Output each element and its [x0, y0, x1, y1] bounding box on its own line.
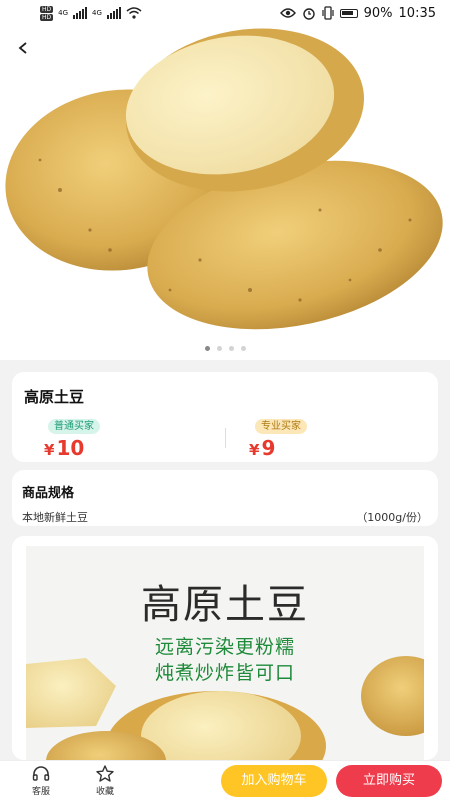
price-regular: 普通买家 ¥10: [12, 414, 225, 460]
spec-item-unit: （1000g/份）: [356, 511, 428, 524]
product-info-card: 高原土豆 普通买家 ¥10 专业买家 ¥9: [12, 372, 438, 462]
favorite-button[interactable]: 收藏: [78, 764, 132, 797]
potato-photo: [0, 0, 450, 360]
carousel-dot: [228, 346, 234, 351]
price-value: ¥10: [36, 436, 225, 460]
wifi-icon: [126, 7, 142, 19]
service-label: 客服: [31, 787, 50, 797]
detail-card: 高原土豆 远离污染更粉糯 炖煮炒炸皆可口: [12, 536, 438, 760]
price-amount: 10: [56, 436, 85, 460]
clock: 10:35: [398, 5, 436, 21]
network-type: 4G: [92, 9, 102, 17]
spec-item[interactable]: 本地新鲜土豆 （1000g/份）: [22, 509, 428, 525]
buy-now-button[interactable]: 立即购买: [336, 765, 442, 797]
banner-subtitle: 炖煮炒炸皆可口: [154, 662, 295, 684]
carousel-indicator: [0, 346, 450, 351]
signal-icon: [73, 7, 88, 19]
alarm-icon: [302, 8, 315, 20]
chevron-left-icon: [18, 42, 27, 54]
bottom-action-bar: 客服 收藏 加入购物车 立即购买: [0, 760, 450, 800]
vibrate-icon: [322, 6, 334, 20]
price-professional: 专业买家 ¥9: [225, 414, 438, 460]
headset-icon: [32, 766, 50, 781]
spec-card[interactable]: 商品规格 本地新鲜土豆 （1000g/份）: [12, 470, 438, 526]
spec-item-name: 本地新鲜土豆: [22, 511, 88, 524]
customer-service-button[interactable]: 客服: [14, 764, 68, 797]
price-value: ¥9: [249, 436, 438, 460]
buyer-type-tag: 专业买家: [255, 419, 307, 434]
hd-label: HD: [40, 5, 54, 13]
signal-icon: [106, 7, 121, 19]
add-to-cart-button[interactable]: 加入购物车: [221, 765, 327, 797]
eye-icon: [279, 8, 296, 18]
carousel-dot: [216, 346, 222, 351]
battery-percent: 90%: [363, 5, 393, 21]
spec-title: 商品规格: [22, 486, 75, 501]
back-button[interactable]: [16, 36, 44, 64]
divider: [225, 428, 226, 448]
product-name: 高原土豆: [24, 388, 85, 406]
favorite-label: 收藏: [95, 787, 114, 797]
hd-indicator: HD HD: [40, 5, 54, 21]
network-type: 4G: [58, 9, 69, 17]
banner-subtitle: 远离污染更粉糯: [154, 636, 295, 658]
product-detail-screen: HD HD 4G 4G 90% 10:35 高原土豆 普通买家 ¥ 10 专业买…: [0, 0, 450, 800]
carousel-dot: [240, 346, 246, 351]
battery-icon: [339, 8, 358, 18]
carousel-dot: [204, 346, 210, 351]
banner-title: 高原土豆: [141, 582, 309, 628]
product-image-carousel[interactable]: [0, 0, 450, 360]
currency-symbol: ¥: [249, 441, 260, 459]
buyer-type-tag: 普通买家: [48, 419, 100, 434]
detail-banner: 高原土豆 远离污染更粉糯 炖煮炒炸皆可口: [26, 546, 424, 760]
status-bar: HD HD 4G 4G 90% 10:35: [0, 0, 450, 26]
currency-symbol: ¥: [44, 441, 55, 459]
price-amount: 9: [261, 436, 276, 460]
star-icon: [96, 765, 114, 782]
hd-label: HD: [40, 13, 54, 21]
